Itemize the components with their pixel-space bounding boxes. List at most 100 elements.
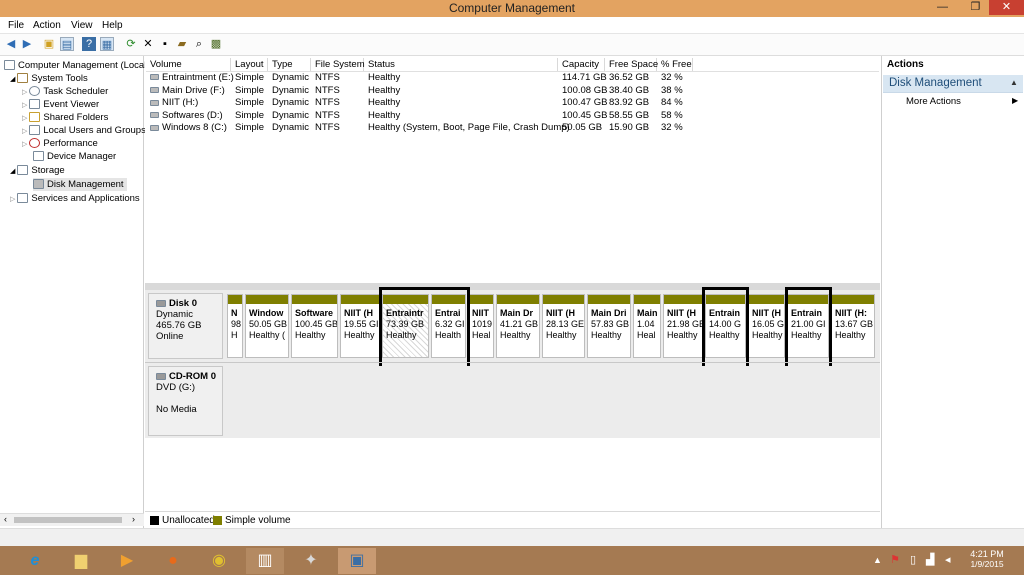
partition-block[interactable]: NIIT (H 19.55 GI Healthy xyxy=(340,294,380,358)
chrome-icon[interactable]: ◉ xyxy=(200,548,238,574)
settings-app-icon[interactable]: ✦ xyxy=(292,548,330,574)
partition-block[interactable]: Main 1.04 Heal xyxy=(633,294,661,358)
col-header-volume[interactable]: Volume xyxy=(146,58,231,71)
partition-block[interactable]: NIIT (H 16.05 G Healthy xyxy=(748,294,785,358)
tree-root-label: Computer Management (Local xyxy=(18,60,147,71)
table-cell-wrapper: 38 % xyxy=(657,85,683,98)
reader-icon[interactable]: ▥ xyxy=(246,548,284,574)
table-cell-wrapper: NTFS xyxy=(311,110,340,123)
firefox-icon[interactable]: ● xyxy=(154,548,192,574)
partition-size: 1019 xyxy=(472,319,493,329)
file-explorer-icon[interactable]: ▆ xyxy=(62,548,100,574)
properties-icon[interactable]: ▦ xyxy=(100,37,114,51)
actions-section-disk-management[interactable]: Disk Management ▲ xyxy=(883,75,1023,93)
tree-disk-management[interactable]: Disk Management xyxy=(33,178,127,191)
table-row[interactable]: Softwares (D:) Simple Dynamic NTFS Healthy 10… xyxy=(146,110,879,123)
tree-shared-folders[interactable]: ▷ Shared Folders xyxy=(22,111,108,124)
internet-explorer-icon[interactable]: e xyxy=(16,548,54,574)
collapse-icon[interactable]: ◢ xyxy=(10,168,15,175)
tray-app-icon[interactable]: ⚑ xyxy=(890,553,900,566)
help-icon[interactable]: ? xyxy=(82,37,96,51)
table-cell: Healthy xyxy=(368,97,401,109)
col-header-free-space[interactable]: Free Space xyxy=(605,58,658,71)
partition-block[interactable]: Software 100.45 GB Healthy xyxy=(291,294,338,358)
table-cell: Healthy xyxy=(368,84,401,96)
scroll-thumb[interactable] xyxy=(14,517,122,523)
tree-root[interactable]: Computer Management (Local xyxy=(4,59,146,72)
clock[interactable]: 4:21 PM 1/9/2015 xyxy=(966,549,1008,569)
expand-icon[interactable]: ▷ xyxy=(22,128,27,135)
cdrom-header[interactable]: CD-ROM 0 DVD (G:) No Media xyxy=(148,366,223,436)
minimize-button[interactable]: — xyxy=(930,0,955,15)
table-cell-wrapper: Healthy xyxy=(364,97,400,110)
partition-block[interactable]: Window 50.05 GB Healthy ( xyxy=(245,294,289,358)
partition-size: 13.67 GB xyxy=(835,319,874,329)
tree-event-viewer[interactable]: ▷ Event Viewer xyxy=(22,98,99,111)
col-header-filesystem[interactable]: File System xyxy=(311,58,365,71)
menu-file[interactable]: File xyxy=(8,20,24,31)
back-icon[interactable]: ◀ xyxy=(4,37,18,51)
partition-block[interactable]: NIIT (H 21.98 GE Healthy xyxy=(663,294,703,358)
pane-splitter[interactable] xyxy=(145,283,880,290)
tree-performance[interactable]: ▷ Performance xyxy=(22,137,98,150)
expand-icon[interactable]: ▷ xyxy=(22,102,27,109)
partition-block[interactable]: NIIT (H: 13.67 GB Healthy xyxy=(831,294,875,358)
battery-icon[interactable]: ▯ xyxy=(910,553,916,566)
search-icon[interactable]: ⌕ xyxy=(192,37,206,51)
partition-block[interactable]: NIIT (H 28.13 GE Healthy xyxy=(542,294,585,358)
tree-storage[interactable]: ◢ Storage xyxy=(10,164,65,177)
col-header-layout[interactable]: Layout xyxy=(231,58,268,71)
partition-block[interactable]: NIIT 1019 Heal xyxy=(468,294,494,358)
cdrom-media-area[interactable] xyxy=(223,366,877,436)
disk0-header[interactable]: Disk 0 Dynamic 465.76 GB Online xyxy=(148,293,223,359)
folder-open-icon[interactable]: ▰ xyxy=(175,37,189,51)
tree-device-manager[interactable]: Device Manager xyxy=(33,150,116,163)
show-hide-tree-icon[interactable]: ▤ xyxy=(60,37,74,51)
delete-icon[interactable]: ✕ xyxy=(141,37,155,51)
col-header-status[interactable]: Status xyxy=(364,58,558,71)
table-row[interactable]: Entraintment (E:) Simple Dynamic NTFS Health… xyxy=(146,72,879,85)
close-button[interactable]: ✕ xyxy=(989,0,1024,15)
maximize-button[interactable]: ❐ xyxy=(963,0,988,15)
forward-icon[interactable]: ▶ xyxy=(20,37,34,51)
expand-icon[interactable]: ▷ xyxy=(22,89,27,96)
scroll-right-icon[interactable]: › xyxy=(132,514,135,524)
network-icon[interactable]: ▟ xyxy=(926,553,934,566)
up-folder-icon[interactable]: ▣ xyxy=(42,37,56,51)
submenu-arrow-icon[interactable]: ▶ xyxy=(1012,96,1018,105)
table-row[interactable]: Main Drive (F:) Simple Dynamic NTFS Healthy 1… xyxy=(146,85,879,98)
menu-help[interactable]: Help xyxy=(102,20,123,31)
navigation-tree: Computer Management (Local ◢ System Tools… xyxy=(0,56,146,528)
refresh-icon[interactable]: ⟳ xyxy=(124,37,138,51)
collapse-icon[interactable]: ◢ xyxy=(10,76,15,83)
tree-horizontal-scrollbar[interactable]: ‹ › xyxy=(0,513,144,526)
partition-block[interactable]: Main Dri 57.83 GB Healthy xyxy=(587,294,631,358)
tree-system-tools[interactable]: ◢ System Tools xyxy=(10,72,88,85)
media-player-icon[interactable]: ▶ xyxy=(108,548,146,574)
menu-view[interactable]: View xyxy=(71,20,93,31)
partition-block[interactable]: N 98 H xyxy=(227,294,243,358)
expand-icon[interactable]: ▷ xyxy=(22,141,27,148)
table-cell: 32 % xyxy=(661,72,683,83)
table-row[interactable]: NIIT (H:) Simple Dynamic NTFS Healthy 100.47 … xyxy=(146,97,879,110)
tree-task-scheduler[interactable]: ▷ Task Scheduler xyxy=(22,85,108,98)
scroll-left-icon[interactable]: ‹ xyxy=(4,514,7,524)
col-header-percent-free[interactable]: % Free xyxy=(657,58,693,71)
expand-icon[interactable]: ▷ xyxy=(10,196,15,203)
tree-local-users[interactable]: ▷ Local Users and Groups xyxy=(22,124,146,137)
volume-icon[interactable]: ◂ xyxy=(945,553,951,566)
collapse-up-icon[interactable]: ▲ xyxy=(1010,78,1018,87)
show-hidden-icons[interactable]: ▲ xyxy=(873,555,882,565)
col-header-type[interactable]: Type xyxy=(268,58,311,71)
partition-block[interactable]: Main Dr 41.21 GB Healthy xyxy=(496,294,540,358)
tree-services[interactable]: ▷ Services and Applications xyxy=(10,192,140,205)
expand-icon[interactable]: ▷ xyxy=(22,115,27,122)
tree-task-scheduler-label: Task Scheduler xyxy=(43,86,109,97)
table-row[interactable]: Windows 8 (C:) Simple Dynamic NTFS Healthy (… xyxy=(146,122,879,135)
more-actions-link[interactable]: More Actions xyxy=(906,96,961,107)
open-icon[interactable]: ▪ xyxy=(158,37,172,51)
snapin-icon[interactable]: ▩ xyxy=(209,37,223,51)
col-header-capacity[interactable]: Capacity xyxy=(558,58,605,71)
menu-action[interactable]: Action xyxy=(33,20,61,31)
computer-management-taskbar-icon[interactable]: ▣ xyxy=(338,548,376,574)
